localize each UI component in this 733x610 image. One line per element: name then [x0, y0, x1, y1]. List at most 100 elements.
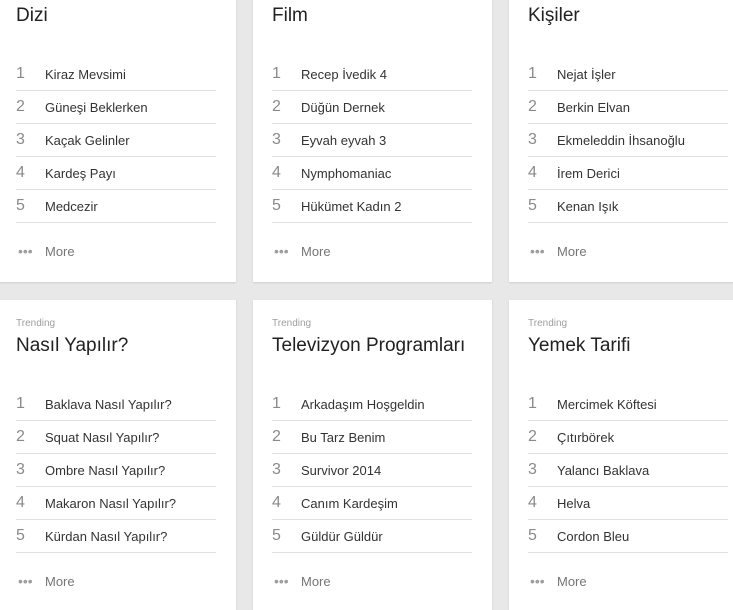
item-label[interactable]: Bu Tarz Benim: [301, 430, 385, 445]
trend-list: 1 Mercimek Köftesi 2 Çıtırbörek 3 Yalancı B…: [528, 388, 728, 553]
card-title: Nasıl Yapılır?: [16, 335, 129, 356]
item-label[interactable]: Survivor 2014: [301, 463, 381, 478]
item-label[interactable]: Helva: [557, 496, 590, 511]
list-item[interactable]: 2 Düğün Dernek: [272, 91, 472, 124]
trending-label: Trending: [16, 318, 56, 329]
more-label[interactable]: More: [301, 574, 331, 589]
item-label[interactable]: Kaçak Gelinler: [45, 133, 130, 148]
list-item[interactable]: 4 Nymphomaniac: [272, 157, 472, 190]
more-dots-icon: •••: [18, 573, 33, 589]
item-label[interactable]: Mercimek Köftesi: [557, 397, 657, 412]
trend-card-kisiler: Kişiler 1 Nejat İşler 2 Berkin Elvan 3 Ekme…: [509, 0, 733, 282]
list-item[interactable]: 1 Mercimek Köftesi: [528, 388, 728, 421]
rank-number: 1: [16, 65, 25, 82]
more-button[interactable]: ••• More: [272, 239, 472, 263]
item-label[interactable]: Güneşi Beklerken: [45, 100, 148, 115]
item-label[interactable]: Berkin Elvan: [557, 100, 630, 115]
more-dots-icon: •••: [530, 573, 545, 589]
more-button[interactable]: ••• More: [272, 569, 472, 593]
rank-number: 1: [272, 395, 281, 412]
item-label[interactable]: Arkadaşım Hoşgeldin: [301, 397, 425, 412]
list-item[interactable]: 4 Makaron Nasıl Yapılır?: [16, 487, 216, 520]
rank-number: 5: [272, 197, 281, 214]
rank-number: 4: [528, 164, 537, 181]
item-label[interactable]: Baklava Nasıl Yapılır?: [45, 397, 172, 412]
rank-number: 4: [272, 494, 281, 511]
list-item[interactable]: 5 Güldür Güldür: [272, 520, 472, 553]
list-item[interactable]: 1 Arkadaşım Hoşgeldin: [272, 388, 472, 421]
list-item[interactable]: 3 Ombre Nasıl Yapılır?: [16, 454, 216, 487]
more-label[interactable]: More: [301, 244, 331, 259]
item-label[interactable]: Cordon Bleu: [557, 529, 629, 544]
list-item[interactable]: 1 Recep İvedik 4: [272, 58, 472, 91]
item-label[interactable]: İrem Derici: [557, 166, 620, 181]
item-label[interactable]: Makaron Nasıl Yapılır?: [45, 496, 176, 511]
trend-card-nasil-yapilir: Trending Nasıl Yapılır? 1 Baklava Nasıl Y…: [0, 300, 236, 610]
trend-card-yemek-tarifi: Trending Yemek Tarifi 1 Mercimek Köftesi …: [509, 300, 733, 610]
list-item[interactable]: 3 Eyvah eyvah 3: [272, 124, 472, 157]
item-label[interactable]: Ombre Nasıl Yapılır?: [45, 463, 165, 478]
rank-number: 5: [528, 197, 537, 214]
card-title: Televizyon Programları: [272, 335, 466, 356]
list-item[interactable]: 1 Nejat İşler: [528, 58, 728, 91]
rank-number: 2: [528, 98, 537, 115]
item-label[interactable]: Kenan Işık: [557, 199, 618, 214]
list-item[interactable]: 1 Baklava Nasıl Yapılır?: [16, 388, 216, 421]
rank-number: 2: [528, 428, 537, 445]
item-label[interactable]: Canım Kardeşim: [301, 496, 398, 511]
list-item[interactable]: 5 Kürdan Nasıl Yapılır?: [16, 520, 216, 553]
item-label[interactable]: Hükümet Kadın 2: [301, 199, 401, 214]
rank-number: 2: [272, 98, 281, 115]
list-item[interactable]: 5 Kenan Işık: [528, 190, 728, 223]
more-button[interactable]: ••• More: [528, 239, 728, 263]
rank-number: 1: [16, 395, 25, 412]
item-label[interactable]: Squat Nasıl Yapılır?: [45, 430, 159, 445]
list-item[interactable]: 4 Helva: [528, 487, 728, 520]
list-item[interactable]: 2 Güneşi Beklerken: [16, 91, 216, 124]
list-item[interactable]: 5 Cordon Bleu: [528, 520, 728, 553]
rank-number: 3: [272, 131, 281, 148]
trend-list: 1 Arkadaşım Hoşgeldin 2 Bu Tarz Benim 3 Sur…: [272, 388, 472, 553]
trend-list: 1 Recep İvedik 4 2 Düğün Dernek 3 Eyvah eyv…: [272, 58, 472, 223]
item-label[interactable]: Ekmeleddin İhsanoğlu: [557, 133, 685, 148]
item-label[interactable]: Medcezir: [45, 199, 98, 214]
rank-number: 1: [528, 395, 537, 412]
item-label[interactable]: Kürdan Nasıl Yapılır?: [45, 529, 167, 544]
rank-number: 5: [528, 527, 537, 544]
rank-number: 5: [16, 197, 25, 214]
more-button[interactable]: ••• More: [16, 239, 216, 263]
more-label[interactable]: More: [45, 574, 75, 589]
list-item[interactable]: 3 Yalancı Baklava: [528, 454, 728, 487]
item-label[interactable]: Güldür Güldür: [301, 529, 383, 544]
more-button[interactable]: ••• More: [16, 569, 216, 593]
list-item[interactable]: 4 İrem Derici: [528, 157, 728, 190]
list-item[interactable]: 4 Kardeş Payı: [16, 157, 216, 190]
more-button[interactable]: ••• More: [528, 569, 728, 593]
list-item[interactable]: 4 Canım Kardeşim: [272, 487, 472, 520]
list-item[interactable]: 5 Hükümet Kadın 2: [272, 190, 472, 223]
list-item[interactable]: 1 Kiraz Mevsimi: [16, 58, 216, 91]
trending-label: Trending: [528, 318, 568, 329]
item-label[interactable]: Kiraz Mevsimi: [45, 67, 126, 82]
more-label[interactable]: More: [45, 244, 75, 259]
list-item[interactable]: 2 Berkin Elvan: [528, 91, 728, 124]
more-label[interactable]: More: [557, 574, 587, 589]
list-item[interactable]: 2 Squat Nasıl Yapılır?: [16, 421, 216, 454]
rank-number: 5: [16, 527, 25, 544]
list-item[interactable]: 2 Çıtırbörek: [528, 421, 728, 454]
list-item[interactable]: 3 Kaçak Gelinler: [16, 124, 216, 157]
item-label[interactable]: Nymphomaniac: [301, 166, 391, 181]
list-item[interactable]: 3 Ekmeleddin İhsanoğlu: [528, 124, 728, 157]
card-title: Film: [272, 5, 308, 26]
item-label[interactable]: Recep İvedik 4: [301, 67, 387, 82]
list-item[interactable]: 5 Medcezir: [16, 190, 216, 223]
list-item[interactable]: 2 Bu Tarz Benim: [272, 421, 472, 454]
item-label[interactable]: Nejat İşler: [557, 67, 616, 82]
item-label[interactable]: Çıtırbörek: [557, 430, 614, 445]
list-item[interactable]: 3 Survivor 2014: [272, 454, 472, 487]
item-label[interactable]: Eyvah eyvah 3: [301, 133, 386, 148]
more-label[interactable]: More: [557, 244, 587, 259]
item-label[interactable]: Kardeş Payı: [45, 166, 116, 181]
item-label[interactable]: Düğün Dernek: [301, 100, 385, 115]
item-label[interactable]: Yalancı Baklava: [557, 463, 649, 478]
